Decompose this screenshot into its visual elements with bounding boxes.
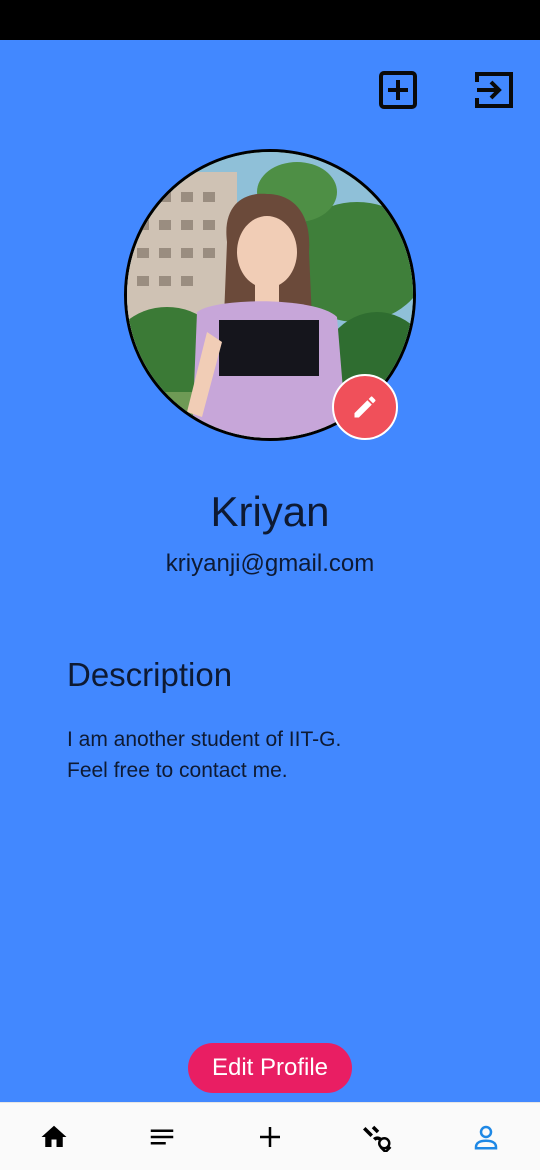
status-bar (0, 0, 540, 40)
nav-connections[interactable] (360, 1119, 396, 1155)
logout-button[interactable] (474, 70, 514, 110)
bottom-navigation (0, 1102, 540, 1170)
profile-email: kriyanji@gmail.com (165, 550, 375, 577)
add-post-button[interactable] (378, 70, 418, 110)
profile-screen: Kriyan kriyanji@gmail.com Description I … (0, 40, 540, 1102)
description-line: I am another student of IIT-G. (67, 728, 342, 751)
nav-profile[interactable] (468, 1119, 504, 1155)
nav-home[interactable] (36, 1119, 72, 1155)
add-icon (260, 1127, 280, 1147)
pencil-icon (354, 396, 376, 418)
nav-add[interactable] (252, 1119, 288, 1155)
profile-name: Kriyan (210, 488, 330, 535)
edit-profile-button[interactable]: Edit Profile (188, 1043, 352, 1093)
nav-feed[interactable] (144, 1119, 180, 1155)
logout-icon (475, 72, 513, 108)
edit-photo-button[interactable] (332, 374, 398, 440)
add-box-icon (379, 71, 417, 109)
description-text: I am another student of IIT-G. Feel free… (67, 724, 341, 786)
home-icon (41, 1125, 67, 1147)
person-icon (474, 1125, 498, 1150)
list-icon (150, 1129, 174, 1145)
description-heading: Description (67, 656, 233, 693)
profile-photo-container (124, 149, 416, 441)
connections-icon (363, 1125, 392, 1152)
description-line: Feel free to contact me. (67, 759, 288, 782)
